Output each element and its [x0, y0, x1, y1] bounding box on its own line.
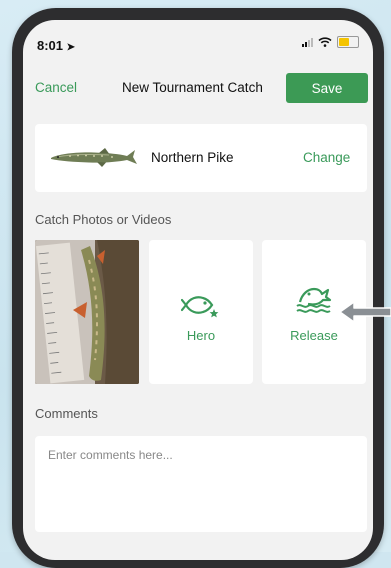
- photos-section-label: Catch Photos or Videos: [35, 212, 172, 227]
- clock-text: 8:01: [37, 38, 64, 53]
- location-arrow-icon: ➤: [66, 42, 76, 53]
- catch-photo-thumbnail[interactable]: [35, 240, 139, 384]
- nav-bar: Cancel New Tournament Catch Save: [23, 68, 373, 108]
- fish-star-icon: [181, 296, 219, 318]
- hero-photo-tile[interactable]: Hero: [149, 240, 253, 384]
- cellular-signal-icon: [302, 37, 313, 47]
- save-button[interactable]: Save: [286, 73, 368, 103]
- app-screen: 8:01 ➤ Cancel New Tournament Catch Save: [23, 20, 373, 560]
- pointer-arrow-icon: [339, 301, 391, 323]
- fish-jumping-water-icon: [296, 287, 332, 313]
- cancel-button[interactable]: Cancel: [35, 80, 77, 95]
- comments-section-label: Comments: [35, 406, 98, 421]
- page-title: New Tournament Catch: [122, 80, 263, 95]
- status-bar: 8:01 ➤: [23, 20, 373, 64]
- species-name: Northern Pike: [151, 150, 234, 165]
- comments-input[interactable]: [35, 436, 367, 532]
- change-species-button[interactable]: Change: [303, 150, 350, 165]
- status-icons: [302, 36, 359, 48]
- status-time: 8:01 ➤: [37, 38, 75, 53]
- catch-photo-image: [35, 240, 139, 384]
- species-card: Northern Pike Change: [35, 124, 367, 192]
- northern-pike-image: [51, 148, 137, 167]
- battery-icon: [337, 36, 359, 48]
- wifi-icon: [318, 37, 332, 47]
- hero-label: Hero: [186, 328, 216, 343]
- release-label: Release: [290, 328, 338, 343]
